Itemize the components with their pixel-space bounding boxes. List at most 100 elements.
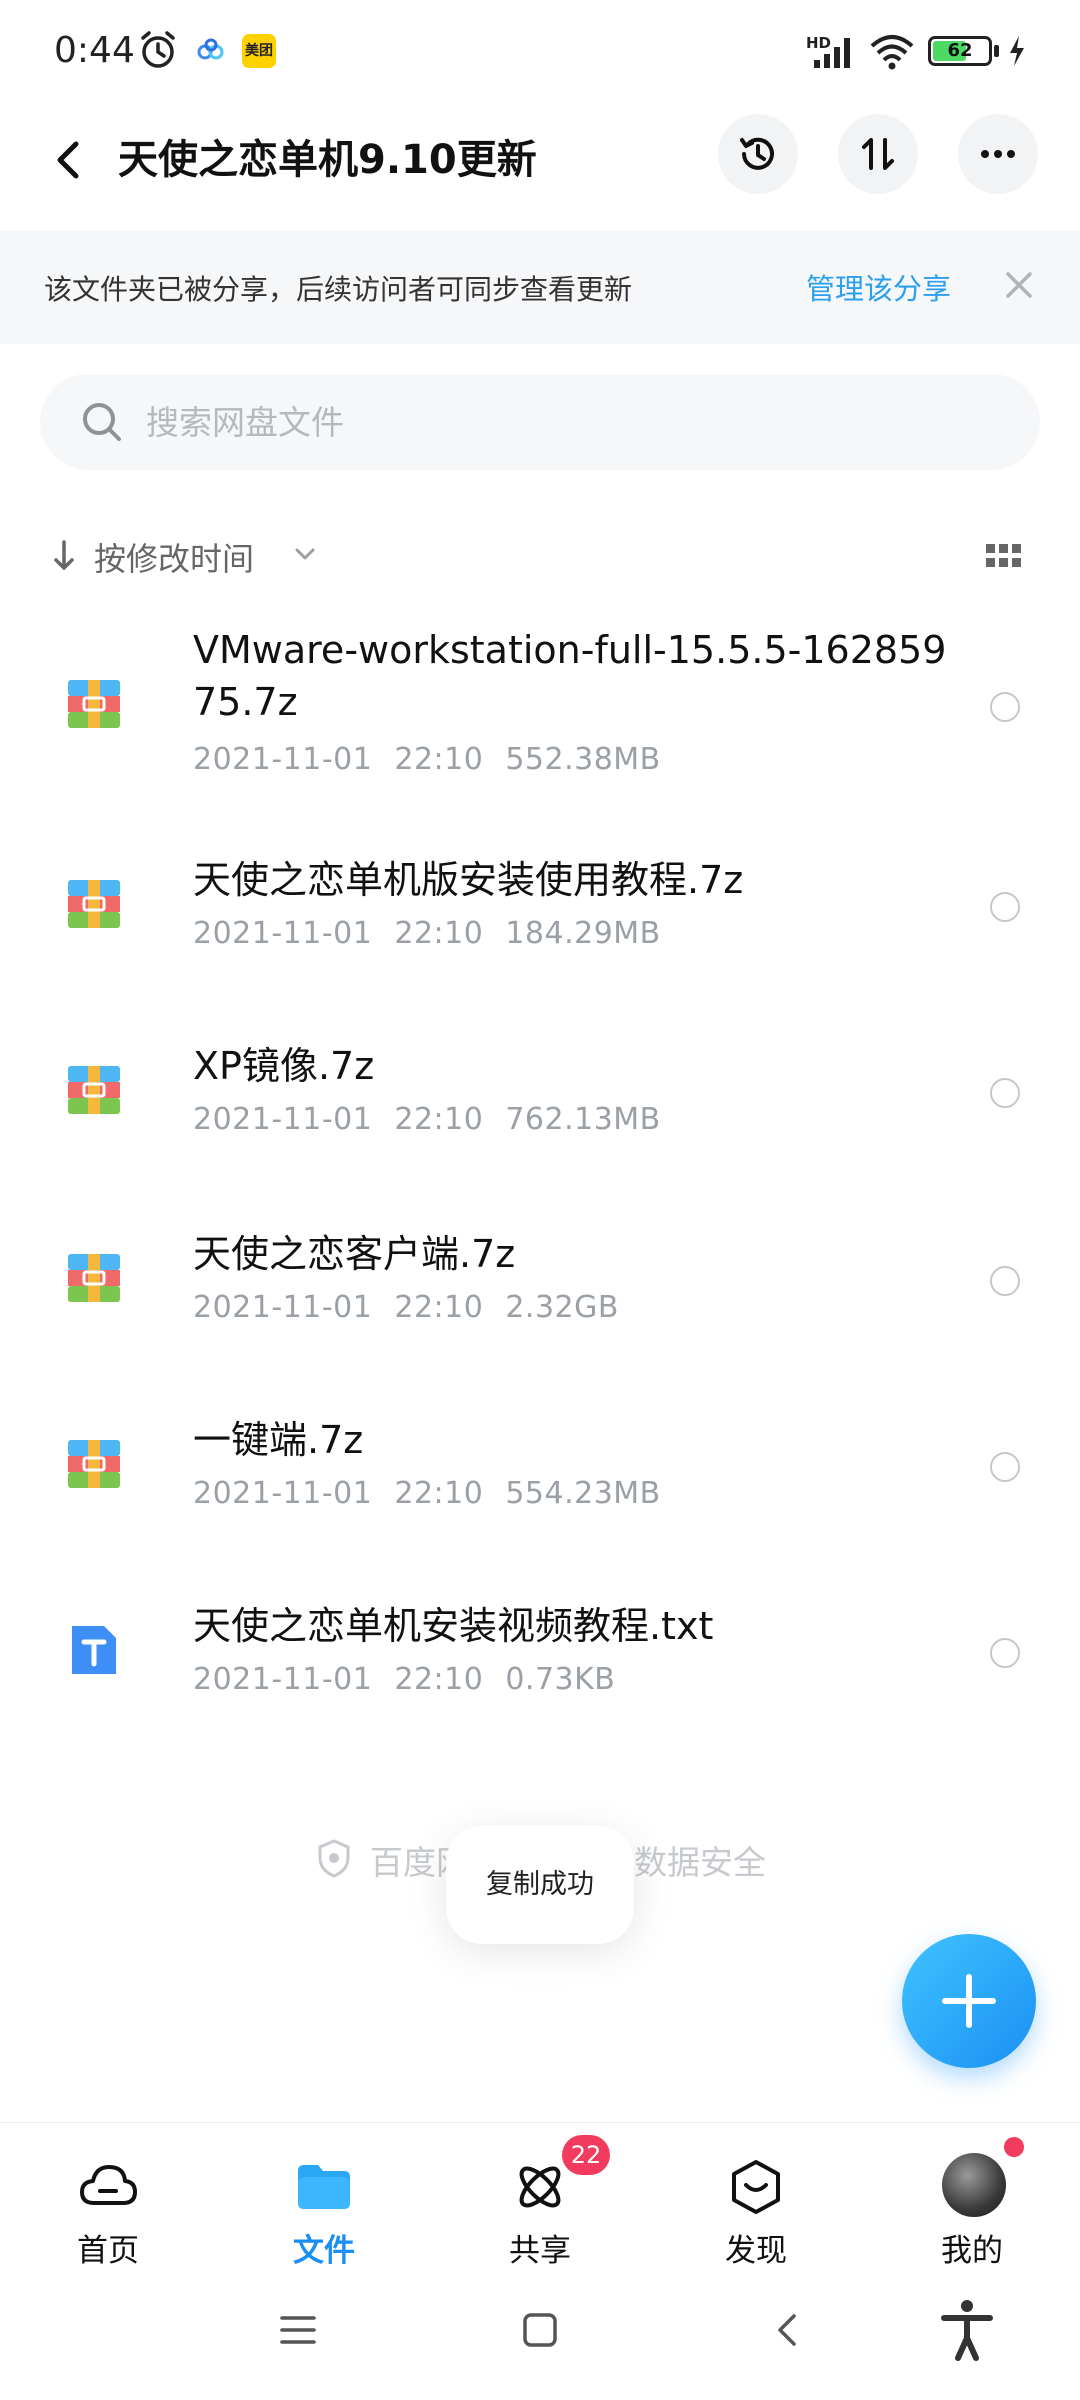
file-meta: 2021-11-01 22:10 0.73KB bbox=[193, 1662, 637, 1697]
search-input[interactable] bbox=[146, 394, 1006, 450]
share-banner: 该文件夹已被分享，后续访问者可同步查看更新 管理该分享 bbox=[0, 230, 1080, 344]
more-icon bbox=[981, 150, 1015, 158]
close-icon[interactable] bbox=[1002, 268, 1036, 302]
share-count-badge: 22 bbox=[562, 2135, 610, 2175]
home-icon[interactable] bbox=[520, 2310, 560, 2350]
nav-profile[interactable]: 我的 bbox=[892, 2123, 1052, 2269]
file-name: 天使之恋客户端.7z bbox=[193, 1232, 516, 1276]
archive-file-icon bbox=[68, 1254, 120, 1302]
wifi-icon bbox=[870, 35, 914, 70]
history-icon bbox=[740, 137, 774, 170]
nav-label: 发现 bbox=[725, 2233, 787, 2269]
add-button[interactable] bbox=[902, 1934, 1036, 2068]
archive-file-icon bbox=[68, 680, 120, 728]
battery-icon: 62 bbox=[928, 36, 992, 66]
file-date: 2021-11-01 bbox=[193, 1662, 373, 1697]
status-bar: 0:44 美团 HD 62 bbox=[0, 0, 1080, 100]
header: 天使之恋单机9.10更新 bbox=[0, 100, 1080, 230]
file-size: 184.29MB bbox=[505, 916, 661, 951]
file-name: 天使之恋单机安装视频教程.txt bbox=[193, 1604, 714, 1648]
file-row[interactable]: 天使之恋单机安装视频教程.txt 2021-11-01 22:10 0.73KB bbox=[0, 1600, 1080, 1710]
cloud-icon bbox=[80, 2165, 137, 2205]
search-bar[interactable] bbox=[40, 374, 1040, 470]
file-name: 一键端.7z bbox=[193, 1418, 364, 1462]
file-time: 22:10 bbox=[394, 742, 484, 777]
file-name: XP镜像.7z bbox=[193, 1044, 375, 1088]
bottom-nav: 首页 文件 共享 22 发现 我的 bbox=[0, 2122, 1080, 2269]
folder-icon bbox=[298, 2165, 350, 2209]
file-meta: 2021-11-01 22:10 2.32GB bbox=[193, 1290, 641, 1325]
baidu-netdisk-icon bbox=[197, 38, 224, 60]
grid-view-icon[interactable] bbox=[984, 538, 1024, 578]
file-row[interactable]: 天使之恋客户端.7z 2021-11-01 22:10 2.32GB bbox=[0, 1228, 1080, 1338]
file-time: 22:10 bbox=[394, 916, 484, 951]
back-nav-icon[interactable] bbox=[768, 2310, 808, 2350]
toast-message: 复制成功 bbox=[446, 1826, 634, 1944]
shield-icon bbox=[318, 1839, 350, 1878]
signal-icon bbox=[814, 38, 850, 68]
avatar bbox=[942, 2153, 1006, 2217]
nav-label: 共享 bbox=[509, 2233, 571, 2269]
select-checkbox[interactable] bbox=[990, 1266, 1020, 1296]
nav-label: 文件 bbox=[293, 2233, 355, 2269]
select-checkbox[interactable] bbox=[990, 1078, 1020, 1108]
archive-file-icon bbox=[68, 1440, 120, 1488]
manage-share-link[interactable]: 管理该分享 bbox=[806, 266, 951, 308]
file-row[interactable]: XP镜像.7z 2021-11-01 22:10 762.13MB bbox=[0, 1040, 1080, 1150]
chevron-down-icon[interactable] bbox=[294, 546, 316, 562]
search-icon bbox=[83, 403, 121, 441]
file-time: 22:10 bbox=[394, 1662, 484, 1697]
file-date: 2021-11-01 bbox=[193, 1102, 373, 1137]
file-meta: 2021-11-01 22:10 184.29MB bbox=[193, 916, 683, 951]
notification-dot bbox=[1004, 2137, 1024, 2157]
discover-icon bbox=[732, 2160, 780, 2214]
charging-icon bbox=[1010, 36, 1024, 66]
history-button[interactable] bbox=[718, 114, 798, 194]
file-name: VMware-workstation-full-15.5.5-16285975.… bbox=[193, 628, 947, 724]
transfer-icon bbox=[862, 138, 894, 170]
transfer-button[interactable] bbox=[838, 114, 918, 194]
menu-icon[interactable] bbox=[278, 2310, 318, 2350]
share-atom-icon bbox=[519, 2166, 561, 2208]
sort-option[interactable]: 按修改时间 bbox=[94, 534, 254, 580]
file-row[interactable]: VMware-workstation-full-15.5.5-16285975.… bbox=[0, 624, 1080, 777]
back-icon[interactable] bbox=[40, 130, 100, 190]
file-size: 2.32GB bbox=[505, 1290, 619, 1325]
file-time: 22:10 bbox=[394, 1476, 484, 1511]
meituan-icon: 美团 bbox=[242, 34, 276, 68]
text-file-icon bbox=[72, 1626, 116, 1674]
file-size: 0.73KB bbox=[505, 1662, 616, 1697]
nav-label: 我的 bbox=[941, 2233, 1003, 2269]
nav-home[interactable]: 首页 bbox=[28, 2123, 188, 2269]
file-date: 2021-11-01 bbox=[193, 1290, 373, 1325]
plus-icon bbox=[942, 1974, 996, 2028]
select-checkbox[interactable] bbox=[990, 892, 1020, 922]
archive-file-icon bbox=[68, 1066, 120, 1114]
file-size: 554.23MB bbox=[505, 1476, 661, 1511]
system-nav-bar bbox=[0, 2268, 1080, 2400]
accessibility-icon[interactable] bbox=[938, 2298, 996, 2362]
nav-files[interactable]: 文件 bbox=[244, 2123, 404, 2269]
battery-cap bbox=[994, 45, 999, 57]
file-size: 762.13MB bbox=[505, 1102, 661, 1137]
file-meta: 2021-11-01 22:10 554.23MB bbox=[193, 1476, 683, 1511]
select-checkbox[interactable] bbox=[990, 1452, 1020, 1482]
battery-level: 62 bbox=[947, 40, 973, 61]
file-meta: 2021-11-01 22:10 552.38MB bbox=[193, 742, 683, 777]
alarm-icon bbox=[141, 31, 175, 68]
file-row[interactable]: 一键端.7z 2021-11-01 22:10 554.23MB bbox=[0, 1414, 1080, 1524]
page-title: 天使之恋单机9.10更新 bbox=[118, 137, 537, 183]
sort-row: 按修改时间 bbox=[0, 520, 1080, 590]
file-size: 552.38MB bbox=[505, 742, 661, 777]
file-date: 2021-11-01 bbox=[193, 916, 373, 951]
more-button[interactable] bbox=[958, 114, 1038, 194]
file-row[interactable]: 天使之恋单机版安装使用教程.7z 2021-11-01 22:10 184.29MB bbox=[0, 854, 1080, 964]
file-date: 2021-11-01 bbox=[193, 742, 373, 777]
nav-discover[interactable]: 发现 bbox=[676, 2123, 836, 2269]
sort-direction-icon[interactable] bbox=[50, 538, 78, 574]
select-checkbox[interactable] bbox=[990, 1638, 1020, 1668]
nav-label: 首页 bbox=[77, 2233, 139, 2269]
file-time: 22:10 bbox=[394, 1102, 484, 1137]
file-meta: 2021-11-01 22:10 762.13MB bbox=[193, 1102, 683, 1137]
select-checkbox[interactable] bbox=[990, 692, 1020, 722]
